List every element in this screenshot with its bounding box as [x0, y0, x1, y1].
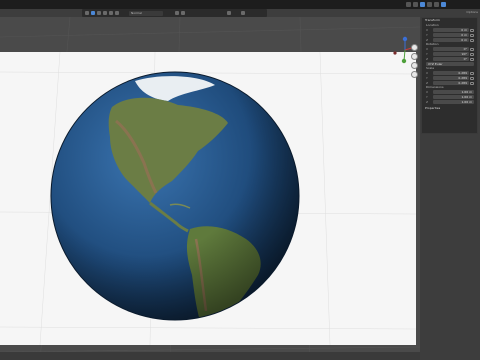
lock-icon[interactable] [470, 57, 474, 61]
rotation-y-row: Y 90° [426, 52, 474, 56]
pan-button[interactable] [411, 53, 418, 60]
move-icon[interactable] [97, 11, 101, 15]
earth-globe[interactable] [50, 71, 300, 321]
lock-icon[interactable] [227, 11, 231, 15]
dimensions-z-row: Z 1.66 m [426, 100, 474, 104]
overlay-icon[interactable] [413, 2, 418, 7]
lock-icon[interactable] [470, 47, 474, 51]
rotation-label: Rotation [426, 42, 439, 46]
properties-header[interactable]: Properties [422, 106, 477, 111]
dimensions-x-row: X 1.66 m [426, 90, 474, 94]
scale-x-row: X 0.289 [426, 71, 474, 75]
lock-icon[interactable] [470, 81, 474, 85]
location-x-row: X0 m [426, 28, 474, 32]
rotation-x-field[interactable]: 0° [433, 47, 469, 51]
gizmo-icon[interactable] [406, 2, 411, 7]
rotate-icon[interactable] [103, 11, 107, 15]
scale-x-field[interactable]: 0.289 [433, 71, 469, 75]
viewport-header-toolbar: Normal [82, 9, 267, 17]
rotation-z-field[interactable]: 0° [433, 57, 469, 61]
sidebar-n-panel: Transform Location X0 m Y0 m Z0 m Rotati… [421, 17, 478, 134]
rotation-y-field[interactable]: 90° [433, 52, 469, 56]
location-x-field[interactable]: 0 m [433, 28, 469, 32]
snap-icon[interactable] [175, 11, 179, 15]
scale-label: Scale [426, 66, 435, 70]
options-menu[interactable]: Options [466, 10, 478, 14]
perspective-button[interactable] [411, 71, 418, 78]
rotation-x-row: X 0° [426, 47, 474, 51]
lock-icon[interactable] [470, 52, 474, 56]
location-y-field[interactable]: 0 m [433, 33, 469, 37]
lock-icon[interactable] [470, 33, 474, 37]
view-icon[interactable] [85, 11, 89, 15]
dimensions-label: Dimensions [426, 85, 444, 89]
transform-icon[interactable] [115, 11, 119, 15]
dimensions-x-field[interactable]: 1.66 m [433, 90, 474, 94]
scale-icon[interactable] [109, 11, 113, 15]
location-label: Location [426, 23, 439, 27]
scale-y-row: Y 0.289 [426, 76, 474, 80]
shading-toolbar [400, 0, 480, 9]
status-bar [0, 352, 420, 360]
view-dropdown[interactable]: Normal [129, 10, 163, 16]
location-y-row: Y0 m [426, 33, 474, 37]
dimensions-z-field[interactable]: 1.66 m [433, 100, 474, 104]
lock-icon[interactable] [470, 71, 474, 75]
shading-material-icon[interactable] [434, 2, 439, 7]
3d-viewport[interactable] [0, 17, 420, 360]
dimensions-y-field[interactable]: 1.66 m [433, 95, 474, 99]
scale-y-field[interactable]: 0.289 [433, 76, 469, 80]
cursor-icon[interactable] [91, 11, 95, 15]
dimensions-y-row: Y 1.66 m [426, 95, 474, 99]
rotation-z-row: Z 0° [426, 57, 474, 61]
lock-icon[interactable] [470, 76, 474, 80]
camera-button[interactable] [411, 62, 418, 69]
lock-icon[interactable] [470, 28, 474, 32]
filter-icon[interactable] [241, 11, 245, 15]
lock-icon[interactable] [470, 38, 474, 42]
xray-icon[interactable] [420, 2, 425, 7]
shading-rendered-icon[interactable] [441, 2, 446, 7]
proportional-icon[interactable] [181, 11, 185, 15]
zoom-button[interactable] [411, 44, 418, 51]
shading-solid-icon[interactable] [427, 2, 432, 7]
